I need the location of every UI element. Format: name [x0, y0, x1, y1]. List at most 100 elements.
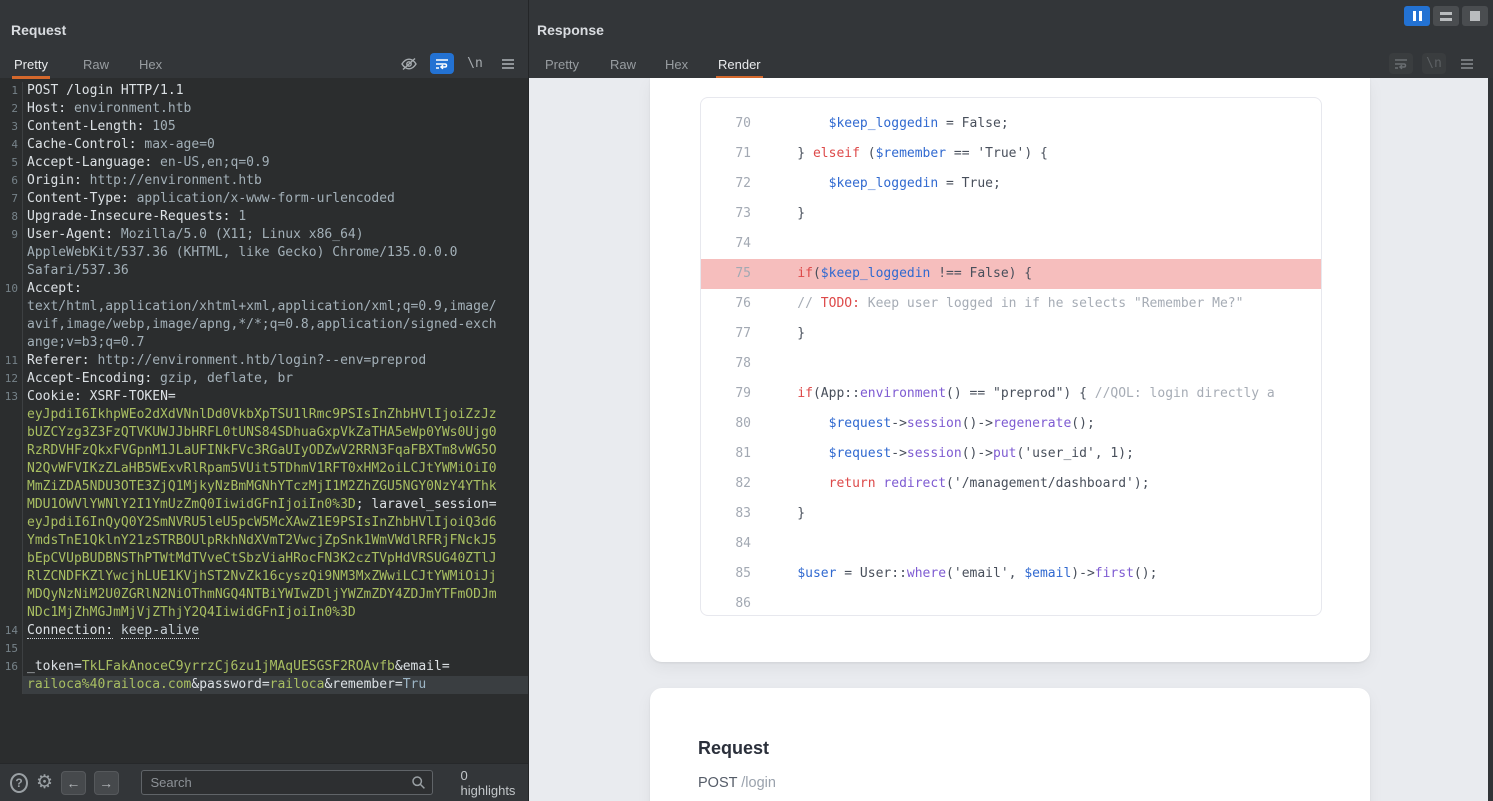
request-editor-row[interactable]: 5 Accept-Language: en-US,en;q=0.9	[0, 154, 528, 172]
line-number: 1	[11, 84, 18, 97]
request-card-heading: Request	[698, 738, 770, 758]
request-editor[interactable]: 1 POST /login HTTP/1.1 2 Host: environment.…	[0, 78, 528, 763]
request-path: /login	[741, 775, 776, 791]
line-number: 85	[735, 566, 751, 581]
request-editor-row[interactable]: railoca%40railoca.com&password=railoca&r…	[0, 676, 528, 694]
request-editor-row[interactable]: ange;v=b3;q=0.7	[0, 334, 528, 352]
request-editor-row[interactable]: 3 Content-Length: 105	[0, 118, 528, 136]
line-number: 74	[735, 236, 751, 251]
request-editor-row[interactable]: 1 POST /login HTTP/1.1	[0, 82, 528, 100]
response-code-row: 78	[701, 349, 1321, 379]
response-tabs: Pretty Raw Hex Render \n	[529, 52, 1493, 79]
line-number: 84	[735, 536, 751, 551]
request-editor-row[interactable]: 15	[0, 640, 528, 658]
response-menu-icon[interactable]	[1455, 53, 1479, 74]
tab-response-render[interactable]: Render	[716, 57, 763, 79]
search-next-button[interactable]: →	[93, 770, 119, 795]
search-prev-button[interactable]: ←	[61, 770, 86, 795]
line-number: 71	[735, 146, 751, 161]
response-code-row: 80 $request->session()->regenerate();	[701, 409, 1321, 439]
request-editor-row[interactable]: 6 Origin: http://environment.htb	[0, 172, 528, 190]
newline-chars-icon[interactable]: \n	[463, 53, 487, 74]
error-page-code-card: 70 $keep_loggedin = False; 71 } elseif ($…	[650, 78, 1370, 662]
response-code-row: 82 return redirect('/management/dashboar…	[701, 469, 1321, 499]
line-number: 72	[735, 176, 751, 191]
request-editor-row[interactable]: 14 Connection: keep-alive	[0, 622, 528, 640]
line-number	[0, 514, 22, 532]
line-number	[0, 568, 22, 586]
request-editor-row[interactable]: 10 Accept:	[0, 280, 528, 298]
request-editor-row[interactable]: 16 _token=TkLFakAnoceC9yrrzCj6zu1jMAqUESG…	[0, 658, 528, 676]
line-number	[0, 406, 22, 424]
request-editor-row[interactable]: 7 Content-Type: application/x-www-form-ur…	[0, 190, 528, 208]
burp-repeater-window: Request Pretty Raw Hex \n 1 POST /login …	[0, 0, 1493, 801]
line-number: 9	[11, 228, 18, 241]
request-editor-row[interactable]: bEpCVUpBUDBNSThPTWtMdTVveCtSbzViaHRocFN3…	[0, 550, 528, 568]
request-editor-row[interactable]: MmZiZDA5NDU3OTE3ZjQ1MjkyNzBmMGNhYTczMjI1…	[0, 478, 528, 496]
request-editor-row[interactable]: bUZCYzg3Z3FzQTVKUWJJbHRFL0tUNS84SDhuaGxp…	[0, 424, 528, 442]
request-editor-row[interactable]: eyJpdiI6IkhpWEo2dXdVNnlDd0VkbXpTSU1lRmc9…	[0, 406, 528, 424]
line-number	[0, 316, 22, 334]
search-input[interactable]	[140, 770, 433, 795]
request-search-bar: ? ⚙︎ ← → 0 highlights	[0, 763, 528, 801]
response-code-row: 73 }	[701, 199, 1321, 229]
request-editor-row[interactable]: NDc1MjZhMGJmMjVjZThjY2Q4IiwidGFnIjoiIn0%…	[0, 604, 528, 622]
line-number	[0, 586, 22, 604]
request-menu-icon[interactable]	[496, 53, 520, 74]
newline-chars-icon-disabled[interactable]: \n	[1422, 53, 1446, 74]
hide-eye-icon[interactable]	[397, 53, 421, 74]
line-number: 13	[4, 390, 18, 403]
request-editor-row[interactable]: MDQyNzNiM2U0ZGRlN2NiOThmNGQ4NTBiYWIwZDlj…	[0, 586, 528, 604]
line-number	[0, 460, 22, 478]
request-editor-row[interactable]: Safari/537.36	[0, 262, 528, 280]
request-editor-row[interactable]: 8 Upgrade-Insecure-Requests: 1	[0, 208, 528, 226]
word-wrap-icon-disabled[interactable]	[1389, 53, 1413, 74]
line-number: 80	[735, 416, 751, 431]
line-number: 79	[735, 386, 751, 401]
request-editor-row[interactable]: text/html,application/xhtml+xml,applicat…	[0, 298, 528, 316]
line-number	[0, 334, 22, 352]
scroll-edge-strip[interactable]	[1488, 78, 1493, 801]
request-editor-row[interactable]: 9 User-Agent: Mozilla/5.0 (X11; Linux x86…	[0, 226, 528, 244]
request-editor-row[interactable]: N2QvWFVIKzZLaHB5WExvRlRpam5VUit5TDhmV1RF…	[0, 460, 528, 478]
tab-response-raw[interactable]: Raw	[610, 57, 636, 72]
tab-request-pretty[interactable]: Pretty	[12, 57, 50, 79]
request-editor-row[interactable]: 11 Referer: http://environment.htb/login?…	[0, 352, 528, 370]
tab-response-pretty[interactable]: Pretty	[545, 57, 579, 72]
line-number: 6	[11, 174, 18, 187]
line-number	[0, 676, 22, 694]
line-number: 82	[735, 476, 751, 491]
search-settings-gear-icon[interactable]: ⚙︎	[36, 771, 53, 794]
response-code-row: 84	[701, 529, 1321, 559]
request-tabs: Pretty Raw Hex \n	[0, 52, 528, 79]
request-editor-row[interactable]: RlZCNDFKZlYwcjhLUE1KVjhST2NvZk16cyszQi9N…	[0, 568, 528, 586]
response-editor-toolbar: \n	[1389, 53, 1479, 74]
request-panel-header: Request Pretty Raw Hex \n	[0, 0, 528, 79]
request-editor-row[interactable]: RzRDVHFzQkxFVGpnM1JLaUFINkFVc3RGaUIyODZw…	[0, 442, 528, 460]
tab-request-raw[interactable]: Raw	[83, 57, 109, 72]
response-panel-header: Response Pretty Raw Hex Render \n	[529, 0, 1493, 79]
request-editor-row[interactable]: MDU1OWVlYWNlY2I1YmUzZmQ0IiwidGFnIjoiIn0%…	[0, 496, 528, 514]
response-panel-title: Response	[537, 22, 604, 38]
word-wrap-icon[interactable]	[430, 53, 454, 74]
help-icon[interactable]: ?	[10, 772, 28, 793]
tab-request-hex[interactable]: Hex	[139, 57, 162, 72]
line-number	[0, 442, 22, 460]
highlights-count: 0 highlights	[460, 767, 516, 798]
request-editor-row[interactable]: 4 Cache-Control: max-age=0	[0, 136, 528, 154]
line-number: 73	[735, 206, 751, 221]
tab-response-hex[interactable]: Hex	[665, 57, 688, 72]
line-number: 16	[4, 660, 18, 673]
request-editor-row[interactable]: eyJpdiI6InQyQ0Y2SmNVRU5leU5pcW5McXAwZ1E9…	[0, 514, 528, 532]
line-number: 86	[735, 596, 751, 611]
request-editor-row[interactable]: 2 Host: environment.htb	[0, 100, 528, 118]
request-editor-row[interactable]: 13 Cookie: XSRF-TOKEN=	[0, 388, 528, 406]
line-number: 2	[11, 102, 18, 115]
line-number: 77	[735, 326, 751, 341]
request-editor-row[interactable]: AppleWebKit/537.36 (KHTML, like Gecko) C…	[0, 244, 528, 262]
line-number: 81	[735, 446, 751, 461]
request-editor-row[interactable]: avif,image/webp,image/apng,*/*;q=0.8,app…	[0, 316, 528, 334]
request-editor-row[interactable]: 12 Accept-Encoding: gzip, deflate, br	[0, 370, 528, 388]
request-editor-toolbar: \n	[397, 53, 520, 74]
request-editor-row[interactable]: YmdsTnE1QklnY21zSTRBOUlpRkhNdXVmT2VwcjZp…	[0, 532, 528, 550]
